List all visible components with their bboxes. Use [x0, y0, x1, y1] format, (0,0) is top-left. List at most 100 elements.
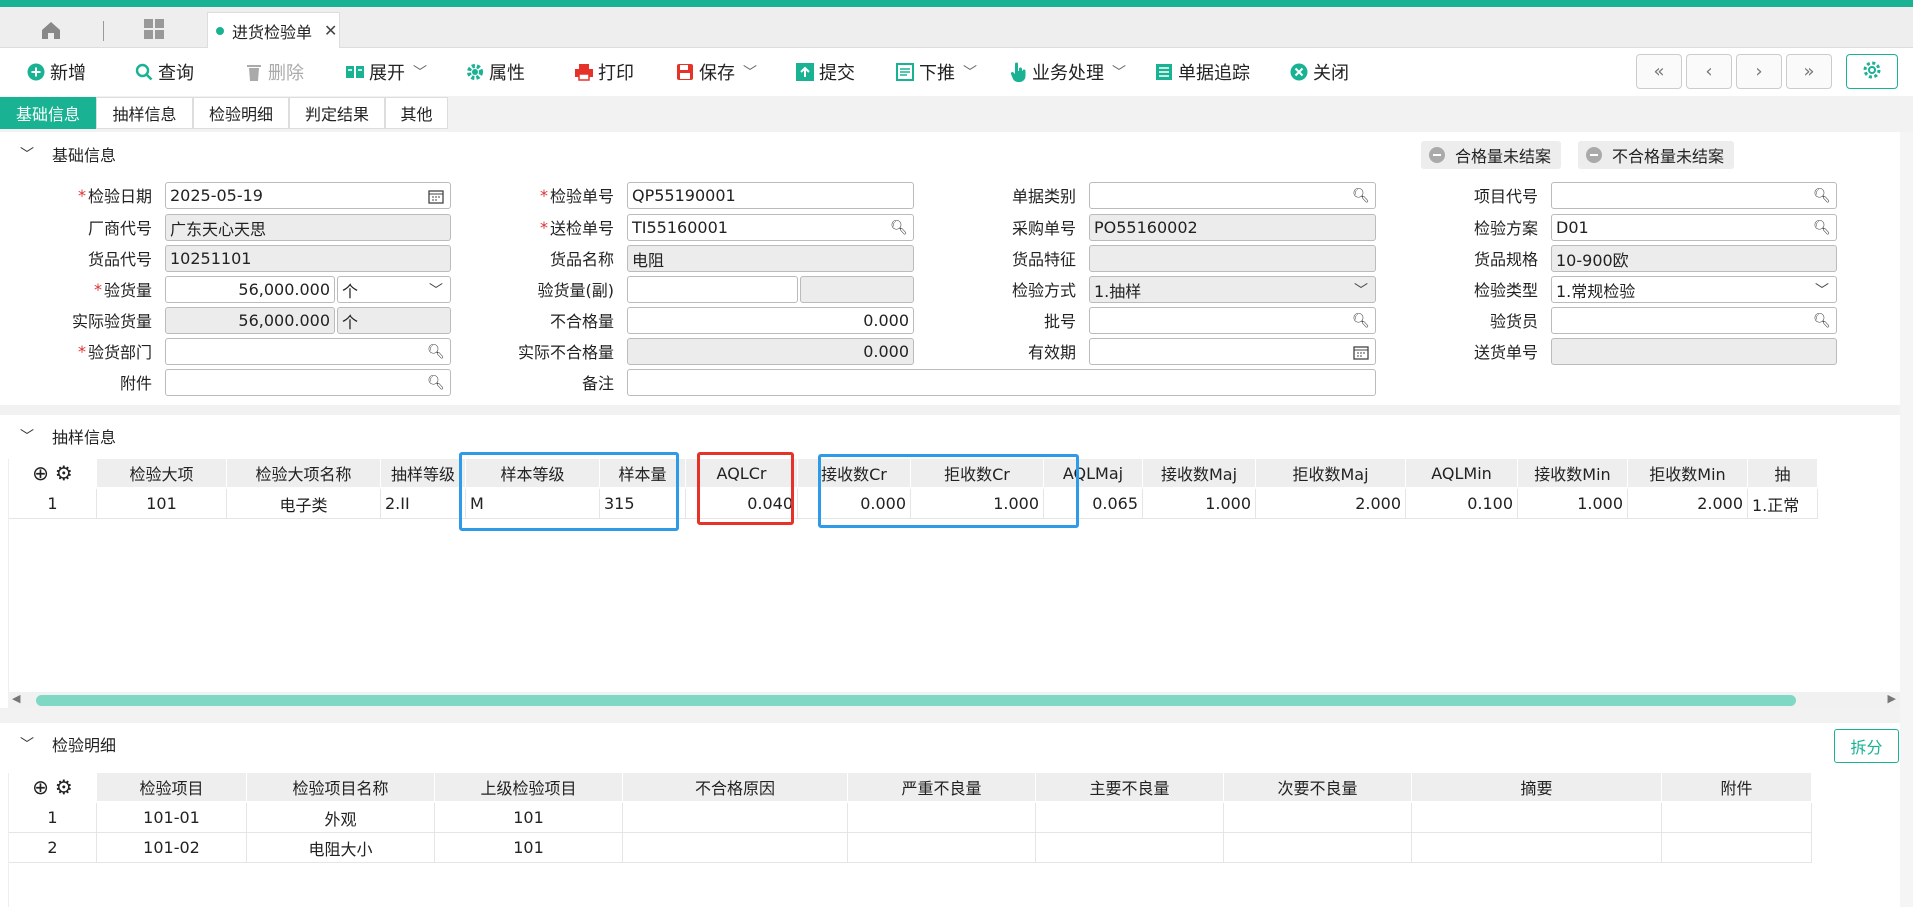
tab-other[interactable]: 其他: [385, 97, 448, 129]
attributes-button[interactable]: 属性: [465, 60, 525, 84]
project-code-field[interactable]: 🔍︎: [1551, 182, 1837, 209]
detail-column-header[interactable]: 严重不良量: [848, 773, 1036, 801]
collapse-chevron-icon[interactable]: ﹀: [20, 734, 34, 754]
vendor-code-field[interactable]: 广东天心天思: [165, 214, 451, 241]
po-no-field[interactable]: PO55160002: [1089, 214, 1376, 241]
remark-field[interactable]: [627, 369, 1376, 396]
actual-unit-field[interactable]: 个: [337, 307, 451, 334]
sampling-column-header[interactable]: 检验大项: [97, 459, 227, 487]
detail-column-header[interactable]: 摘要: [1412, 773, 1662, 801]
goods-name-field[interactable]: 电阻: [627, 245, 914, 272]
sampling-column-header[interactable]: AQLCr: [686, 459, 798, 487]
detail-table-cell[interactable]: 电阻大小: [247, 833, 435, 863]
delete-button[interactable]: 删除: [244, 60, 304, 84]
next-record-button[interactable]: ›: [1736, 54, 1782, 89]
scroll-left-icon[interactable]: ◀: [12, 692, 20, 705]
search-icon[interactable]: 🔍︎: [1352, 312, 1370, 330]
detail-column-header[interactable]: 附件: [1662, 773, 1812, 801]
expiry-field[interactable]: [1089, 338, 1376, 365]
app-grid-icon[interactable]: [142, 17, 166, 41]
batch-no-field[interactable]: 🔍︎: [1089, 307, 1376, 334]
sampling-table-cell[interactable]: 315: [600, 489, 686, 519]
actual-reject-field[interactable]: 0.000: [627, 338, 914, 365]
detail-column-header[interactable]: 次要不良量: [1224, 773, 1412, 801]
detail-table-cell[interactable]: [1036, 803, 1224, 833]
goods-code-field[interactable]: 10251101: [165, 245, 451, 272]
close-button[interactable]: 关闭: [1289, 60, 1349, 84]
calendar-icon[interactable]: [427, 187, 445, 205]
search-icon[interactable]: 🔍︎: [427, 374, 445, 392]
sampling-table-cell[interactable]: 1.正常: [1748, 489, 1818, 519]
detail-table-cell[interactable]: 101: [435, 803, 623, 833]
inspect-date-field[interactable]: 2025-05-19: [165, 182, 451, 209]
submit-button[interactable]: 提交: [795, 60, 855, 84]
scroll-right-icon[interactable]: ▶: [1888, 692, 1896, 705]
new-button[interactable]: 新增: [26, 60, 86, 84]
sampling-column-header[interactable]: 样本等级: [466, 459, 600, 487]
tab-basic-info[interactable]: 基础信息: [0, 97, 96, 129]
search-icon[interactable]: 🔍︎: [1352, 187, 1370, 205]
sampling-column-header[interactable]: 接收数Maj: [1143, 459, 1256, 487]
home-icon[interactable]: [36, 15, 66, 45]
inspect-plan-field[interactable]: D01 🔍︎: [1551, 214, 1837, 241]
goods-spec-field[interactable]: 10-900欧: [1551, 245, 1837, 272]
push-down-button[interactable]: 下推 ﹀: [895, 60, 977, 84]
detail-table-cell[interactable]: [623, 833, 848, 863]
detail-column-header[interactable]: 检验项目: [97, 773, 247, 801]
first-record-button[interactable]: «: [1636, 54, 1682, 89]
search-icon[interactable]: 🔍︎: [1813, 187, 1831, 205]
detail-table-cell[interactable]: [623, 803, 848, 833]
sampling-table-cell[interactable]: 0.065: [1044, 489, 1143, 519]
sampling-table-cell[interactable]: 0.100: [1406, 489, 1518, 519]
gear-icon[interactable]: ⚙: [55, 775, 73, 799]
sampling-table-cell[interactable]: 1.000: [911, 489, 1044, 519]
search-icon[interactable]: 🔍︎: [427, 343, 445, 361]
sampling-column-header[interactable]: AQLMin: [1406, 459, 1518, 487]
detail-table-cell[interactable]: 101: [435, 833, 623, 863]
detail-table-cell[interactable]: [1224, 833, 1412, 863]
deliver-no-field[interactable]: TI55160001 🔍︎: [627, 214, 914, 241]
inspect-no-field[interactable]: QP55190001: [627, 182, 914, 209]
detail-table-cell[interactable]: [1662, 803, 1812, 833]
tab-inspection-detail[interactable]: 检验明细: [193, 97, 289, 129]
print-button[interactable]: 打印: [574, 60, 634, 84]
save-button[interactable]: 保存 ﹀: [675, 60, 757, 84]
last-record-button[interactable]: »: [1786, 54, 1832, 89]
sampling-column-header[interactable]: 抽样等级: [381, 459, 466, 487]
doc-type-field[interactable]: 🔍︎: [1089, 182, 1376, 209]
sampling-table-cell[interactable]: 101: [97, 489, 227, 519]
sampling-table-cell[interactable]: 0.040: [686, 489, 798, 519]
sampling-table-cell[interactable]: 0.000: [798, 489, 911, 519]
inspect-unit-sub-field[interactable]: [800, 276, 914, 303]
inspect-qty-sub-field[interactable]: [627, 276, 798, 303]
tab-judgement-result[interactable]: 判定结果: [289, 97, 385, 129]
settings-button[interactable]: [1846, 54, 1898, 89]
detail-column-header[interactable]: 不合格原因: [623, 773, 848, 801]
delivery-no-field[interactable]: [1551, 338, 1837, 365]
expand-button[interactable]: 展开 ﹀: [345, 60, 427, 84]
vertical-scrollbar[interactable]: [1900, 132, 1913, 907]
tab-sampling-info[interactable]: 抽样信息: [96, 97, 193, 129]
detail-table-cell[interactable]: 外观: [247, 803, 435, 833]
add-row-icon[interactable]: ⊕: [32, 775, 49, 799]
detail-table-cell[interactable]: 101-01: [97, 803, 247, 833]
detail-table-cell[interactable]: [848, 803, 1036, 833]
horizontal-scrollbar[interactable]: ◀ ▶: [8, 692, 1900, 708]
previous-record-button[interactable]: ‹: [1686, 54, 1732, 89]
inspect-dept-field[interactable]: 🔍︎: [165, 338, 451, 365]
detail-table-cell[interactable]: [1036, 833, 1224, 863]
inspect-method-select[interactable]: 1.抽样 ﹀: [1089, 276, 1376, 303]
sampling-column-header[interactable]: 拒收数Maj: [1256, 459, 1406, 487]
split-button[interactable]: 拆分: [1834, 729, 1899, 763]
detail-table-cell[interactable]: [1662, 833, 1812, 863]
sampling-column-header[interactable]: AQLMaj: [1044, 459, 1143, 487]
detail-column-header[interactable]: 上级检验项目: [435, 773, 623, 801]
sampling-column-header[interactable]: 拒收数Min: [1628, 459, 1748, 487]
detail-table-cell[interactable]: [848, 833, 1036, 863]
detail-table-cell[interactable]: 101-02: [97, 833, 247, 863]
sampling-table-cell[interactable]: 电子类: [227, 489, 381, 519]
tab-incoming-inspection[interactable]: 进货检验单 ✕: [207, 12, 340, 48]
scrollbar-thumb[interactable]: [36, 695, 1796, 706]
search-icon[interactable]: 🔍︎: [1813, 312, 1831, 330]
search-icon[interactable]: 🔍︎: [890, 219, 908, 237]
